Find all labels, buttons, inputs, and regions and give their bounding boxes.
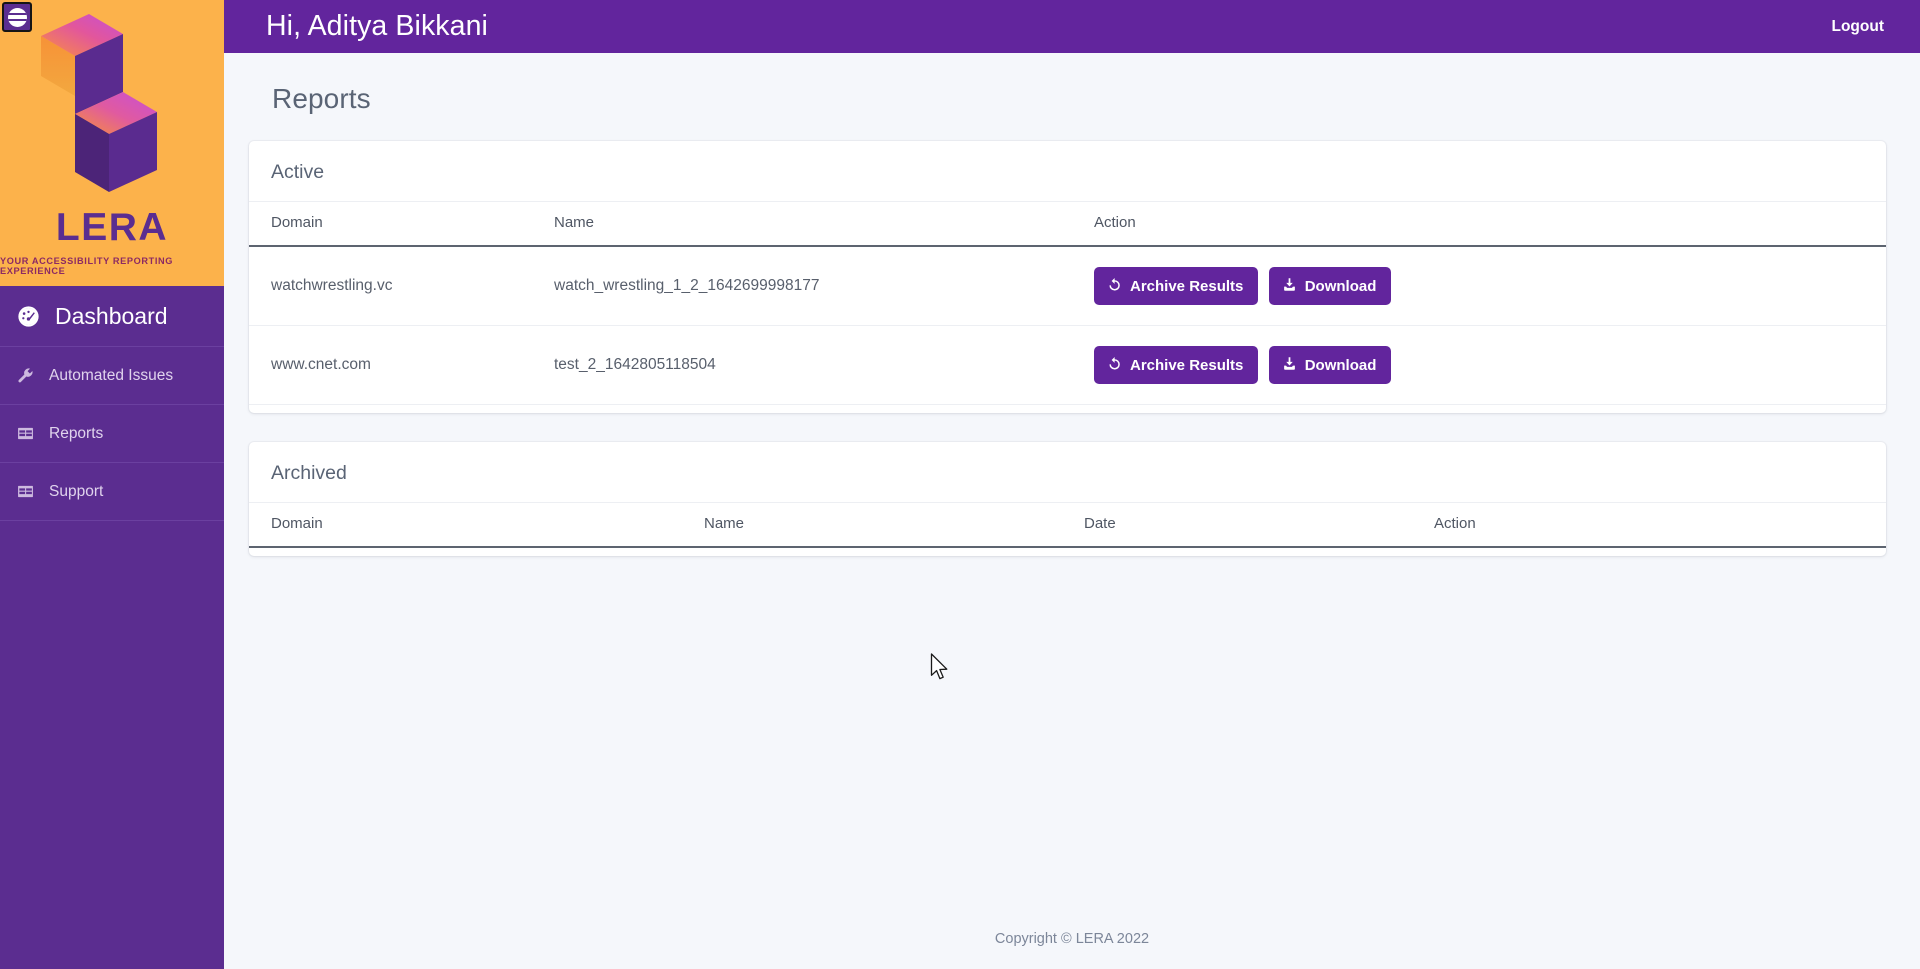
sidebar-item-reports[interactable]: Reports [0, 405, 224, 463]
table-row: www.cnet.com test_2_1642805118504 Archiv… [249, 325, 1886, 405]
sidebar-item-automated-issues[interactable]: Automated Issues [0, 347, 224, 405]
sidebar-item-label: Reports [49, 424, 104, 442]
undo-arrow-icon [1107, 356, 1122, 374]
sidebar-nav: Dashboard Automated Issues Reports Suppo… [0, 286, 224, 521]
table-grid-icon [17, 483, 34, 500]
download-button[interactable]: Download [1268, 346, 1392, 384]
sidebar-item-label: Dashboard [55, 302, 168, 329]
brand-name: LERA [55, 206, 169, 249]
active-table-body: watchwrestling.vc watch_wrestling_1_2_16… [249, 246, 1886, 405]
active-reports-card: Active Domain Name Action watchwrestling… [249, 141, 1886, 413]
download-icon [1282, 356, 1297, 374]
table-header-row: Domain Name Action [249, 201, 1886, 247]
active-section-title: Active [271, 161, 325, 183]
sidebar: LERA YOUR ACCESSIBILITY REPORTING EXPERI… [0, 0, 224, 969]
table-header-row: Domain Name Date Action [249, 502, 1886, 548]
column-header-date: Date [1084, 502, 1434, 548]
main-area: Hi, Aditya Bikkani Logout Reports Active… [224, 0, 1920, 969]
logout-button[interactable]: Logout [1821, 12, 1894, 42]
archive-results-label: Archive Results [1130, 277, 1244, 295]
archive-results-label: Archive Results [1130, 356, 1244, 374]
column-header-action: Action [1434, 502, 1886, 548]
archived-table-head: Domain Name Date Action [249, 502, 1886, 548]
archive-results-button[interactable]: Archive Results [1094, 267, 1259, 305]
mouse-cursor [930, 653, 948, 680]
sidebar-logo-panel: LERA YOUR ACCESSIBILITY REPORTING EXPERI… [0, 0, 224, 286]
column-header-domain: Domain [249, 201, 554, 247]
app-root: LERA YOUR ACCESSIBILITY REPORTING EXPERI… [0, 0, 1920, 969]
download-label: Download [1304, 277, 1377, 295]
page-footer: Copyright © LERA 2022 [224, 909, 1920, 969]
archived-reports-table: Domain Name Date Action [249, 502, 1886, 548]
cell-domain: www.cnet.com [249, 325, 554, 405]
column-header-domain: Domain [249, 502, 704, 548]
table-row: watchwrestling.vc watch_wrestling_1_2_16… [249, 246, 1886, 326]
sidebar-item-label: Automated Issues [49, 366, 174, 384]
cell-name: test_2_1642805118504 [554, 325, 1094, 405]
lera-logo-mark [41, 14, 157, 192]
brand-tagline: YOUR ACCESSIBILITY REPORTING EXPERIENCE [0, 256, 174, 276]
active-table-head: Domain Name Action [249, 201, 1886, 247]
user-greeting: Hi, Aditya Bikkani [266, 10, 488, 42]
cell-action: Archive Results Download [1094, 246, 1886, 326]
archived-section-title: Archived [271, 462, 347, 484]
download-icon [1282, 277, 1297, 295]
gauge-icon [15, 303, 42, 330]
page-content: Reports Active Domain Name Action watchw… [224, 53, 1920, 909]
cell-domain: watchwrestling.vc [249, 246, 554, 326]
wrench-icon [17, 367, 34, 384]
sidebar-item-support[interactable]: Support [0, 463, 224, 521]
hamburger-menu-icon [7, 7, 27, 27]
cell-action: Archive Results Download [1094, 325, 1886, 405]
hamburger-menu-button[interactable] [2, 2, 32, 32]
column-header-name: Name [704, 502, 1084, 548]
download-button[interactable]: Download [1268, 267, 1392, 305]
page-title: Reports [272, 83, 371, 114]
sidebar-item-dashboard[interactable]: Dashboard [0, 286, 224, 347]
top-header-bar: Hi, Aditya Bikkani Logout [224, 0, 1920, 53]
active-reports-table: Domain Name Action watchwrestling.vc wat… [249, 201, 1886, 405]
sidebar-item-label: Support [49, 482, 104, 500]
column-header-name: Name [554, 201, 1094, 247]
column-header-action: Action [1094, 201, 1886, 247]
download-label: Download [1304, 356, 1377, 374]
copyright-text: Copyright © LERA 2022 [994, 931, 1150, 947]
archived-reports-card: Archived Domain Name Date Action [249, 442, 1886, 556]
archive-results-button[interactable]: Archive Results [1094, 346, 1259, 384]
undo-arrow-icon [1107, 277, 1122, 295]
cell-name: watch_wrestling_1_2_1642699998177 [554, 246, 1094, 326]
table-grid-icon [17, 425, 34, 442]
